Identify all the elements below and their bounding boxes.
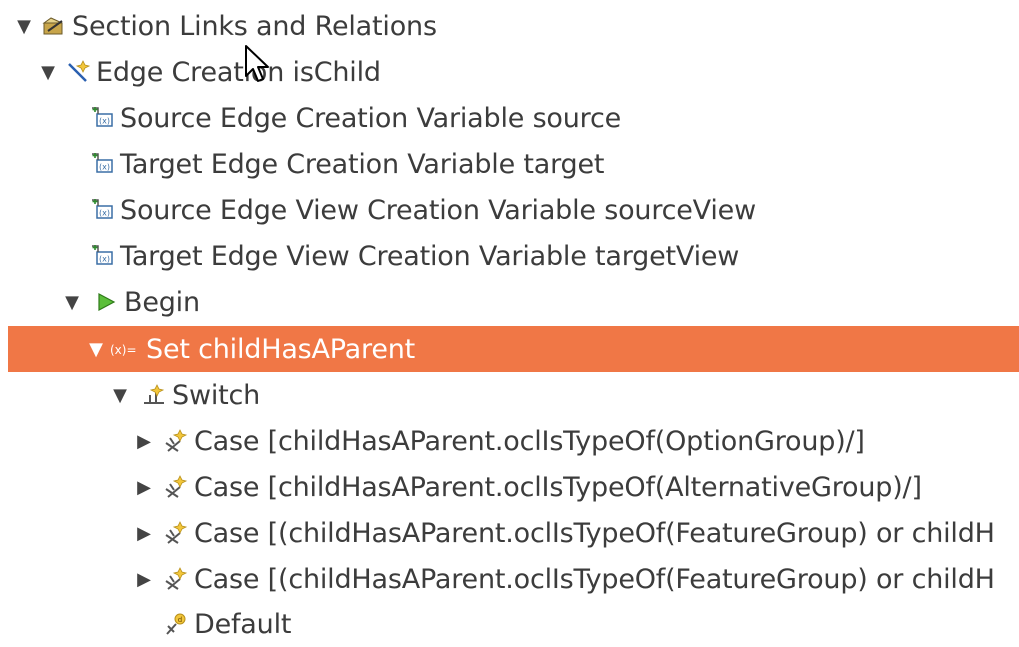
tree-item-section-links[interactable]: ▼ Section Links and Relations — [0, 3, 1019, 49]
collapsed-arrow-icon[interactable]: ▶ — [132, 567, 156, 591]
tree-item-case[interactable]: ▶ Case [childHasAParent.oclIsTypeOf(Alte… — [0, 464, 1019, 510]
case-icon — [164, 567, 188, 591]
svg-text:(x)=: (x)= — [110, 343, 137, 357]
default-icon: d — [164, 612, 188, 636]
expanded-arrow-icon[interactable]: ▼ — [36, 60, 60, 84]
tree-item-set-value[interactable]: ▼ (x)= Set childHasAParent — [8, 326, 1019, 372]
tree-item-variable[interactable]: (x) Target Edge View Creation Variable t… — [0, 233, 1019, 279]
tree-item-label: Switch — [172, 379, 261, 411]
tree-item-edge-creation[interactable]: ▼ Edge Creation isChild — [0, 49, 1019, 95]
svg-text:d: d — [178, 616, 182, 624]
collapsed-arrow-icon[interactable]: ▶ — [132, 475, 156, 499]
tree-item-case[interactable]: ▶ Case [(childHasAParent.oclIsTypeOf(Fea… — [0, 510, 1019, 556]
tree-view[interactable]: ▼ Section Links and Relations ▼ Edge Cre… — [0, 0, 1019, 640]
tree-item-switch[interactable]: ▼ Switch — [0, 372, 1019, 418]
expanded-arrow-icon[interactable]: ▼ — [12, 14, 36, 38]
svg-text:(x): (x) — [99, 209, 110, 218]
collapsed-arrow-icon[interactable]: ▶ — [132, 429, 156, 453]
edge-creation-icon — [66, 60, 90, 84]
variable-icon: (x) — [90, 244, 114, 268]
tree-item-variable[interactable]: (x) Source Edge Creation Variable source — [0, 95, 1019, 141]
case-icon — [164, 521, 188, 545]
tree-item-variable[interactable]: (x) Target Edge Creation Variable target — [0, 141, 1019, 187]
section-icon — [42, 14, 66, 38]
tree-item-label: Section Links and Relations — [72, 10, 437, 42]
tree-item-label: Default — [194, 608, 292, 640]
variable-icon: (x) — [90, 152, 114, 176]
tree-item-label: Begin — [124, 286, 200, 318]
tree-item-label: Source Edge Creation Variable source — [120, 102, 622, 134]
collapsed-arrow-icon[interactable]: ▶ — [132, 521, 156, 545]
svg-text:(x): (x) — [99, 117, 110, 126]
switch-icon — [142, 383, 166, 407]
expanded-arrow-icon[interactable]: ▼ — [108, 383, 132, 407]
expanded-arrow-icon[interactable]: ▼ — [84, 337, 108, 361]
tree-item-case[interactable]: ▶ Case [childHasAParent.oclIsTypeOf(Opti… — [0, 418, 1019, 464]
tree-item-label: Target Edge View Creation Variable targe… — [120, 240, 740, 272]
tree-item-label: Case [(childHasAParent.oclIsTypeOf(Featu… — [194, 517, 995, 549]
tree-item-label: Case [childHasAParent.oclIsTypeOf(Altern… — [194, 471, 922, 503]
case-icon — [164, 429, 188, 453]
tree-item-variable[interactable]: (x) Source Edge View Creation Variable s… — [0, 187, 1019, 233]
tree-item-case[interactable]: ▶ Case [(childHasAParent.oclIsTypeOf(Fea… — [0, 556, 1019, 602]
tree-item-label: Edge Creation isChild — [96, 56, 381, 88]
svg-text:(x): (x) — [99, 255, 110, 264]
case-icon — [164, 475, 188, 499]
variable-icon: (x) — [90, 198, 114, 222]
tree-item-label: Case [childHasAParent.oclIsTypeOf(Option… — [194, 425, 865, 457]
tree-item-label: Source Edge View Creation Variable sourc… — [120, 194, 756, 226]
svg-text:(x): (x) — [99, 163, 110, 172]
expanded-arrow-icon[interactable]: ▼ — [60, 290, 84, 314]
begin-icon — [94, 290, 118, 314]
tree-item-label: Case [(childHasAParent.oclIsTypeOf(Featu… — [194, 563, 995, 595]
tree-item-default[interactable]: d Default — [0, 601, 1019, 647]
tree-item-label: Set childHasAParent — [146, 333, 416, 365]
tree-item-label: Target Edge Creation Variable target — [120, 148, 605, 180]
variable-icon: (x) — [90, 106, 114, 130]
tree-item-begin[interactable]: ▼ Begin — [0, 279, 1019, 325]
set-value-icon: (x)= — [110, 337, 140, 361]
